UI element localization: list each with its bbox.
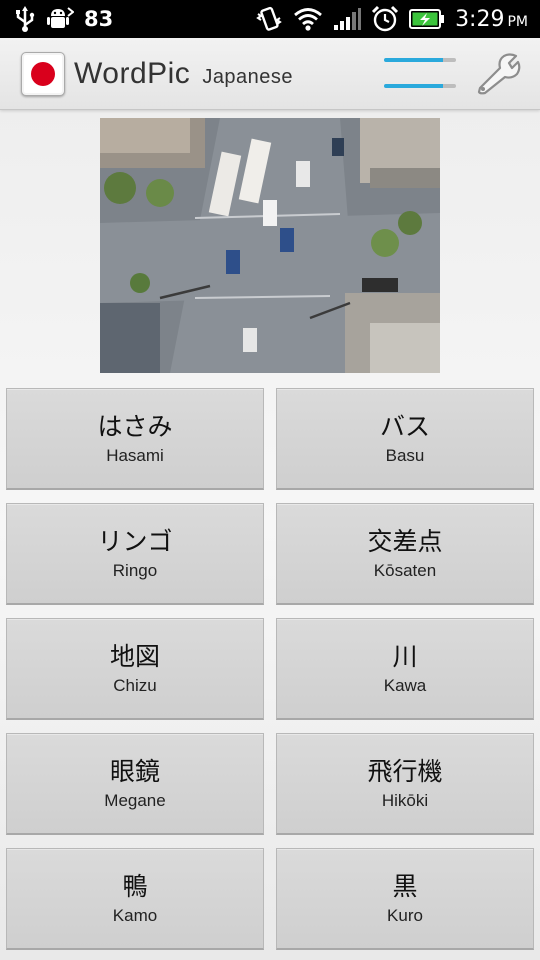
menu-line bbox=[384, 84, 456, 88]
word-japanese: 飛行機 bbox=[367, 757, 443, 786]
battery-percentage: 83 bbox=[84, 7, 114, 31]
clock-time: 3:29 bbox=[455, 6, 505, 32]
word-button[interactable]: 交差点 Kōsaten bbox=[276, 503, 534, 605]
word-japanese: 鴨 bbox=[122, 872, 148, 901]
usb-icon bbox=[16, 6, 35, 32]
word-button[interactable]: 川 Kawa bbox=[276, 618, 534, 720]
word-japanese: 地図 bbox=[109, 642, 160, 671]
status-bar: 83 3:29 PM bbox=[0, 0, 540, 38]
photo-drawing bbox=[100, 118, 440, 373]
word-romaji: Kōsaten bbox=[373, 561, 437, 580]
word-button[interactable]: 地図 Chizu bbox=[6, 618, 264, 720]
word-japanese: バス bbox=[379, 412, 430, 441]
action-bar: WordPic Japanese bbox=[0, 38, 540, 110]
street-intersection-photo bbox=[100, 118, 440, 373]
menu-line bbox=[384, 58, 456, 62]
word-button[interactable]: 飛行機 Hikōki bbox=[276, 733, 534, 835]
word-button[interactable]: 眼鏡 Megane bbox=[6, 733, 264, 835]
japan-flag-icon[interactable] bbox=[21, 51, 65, 96]
word-button[interactable]: はさみ Hasami bbox=[6, 388, 264, 490]
status-bar-left: 83 bbox=[0, 6, 113, 32]
word-romaji: Kuro bbox=[387, 906, 423, 925]
word-button[interactable]: リンゴ Ringo bbox=[6, 503, 264, 605]
clock-ampm: PM bbox=[507, 13, 528, 30]
word-romaji: Megane bbox=[104, 791, 166, 810]
alarm-icon bbox=[372, 5, 399, 32]
menu-lines-icon[interactable] bbox=[384, 56, 456, 92]
word-romaji: Basu bbox=[385, 446, 425, 465]
flag-red-disc bbox=[31, 61, 55, 86]
wrench-icon[interactable] bbox=[474, 52, 522, 96]
word-romaji: Kamo bbox=[112, 906, 158, 925]
android-debug-icon bbox=[47, 7, 74, 28]
word-japanese: 黒 bbox=[392, 872, 418, 901]
word-romaji: Chizu bbox=[113, 676, 157, 695]
word-romaji: Hikōki bbox=[381, 791, 429, 810]
app-title: WordPic bbox=[74, 56, 191, 90]
word-japanese: 川 bbox=[392, 642, 418, 671]
word-romaji: Ringo bbox=[112, 561, 158, 580]
word-button[interactable]: 鴨 Kamo bbox=[6, 848, 264, 950]
signal-icon bbox=[334, 8, 362, 30]
clock: 3:29 PM bbox=[455, 7, 528, 32]
status-bar-right: 3:29 PM bbox=[255, 5, 540, 33]
word-romaji: Kawa bbox=[383, 676, 427, 695]
language-label: Japanese bbox=[202, 66, 294, 88]
vibrate-icon bbox=[256, 6, 282, 31]
word-japanese: 眼鏡 bbox=[109, 757, 160, 786]
word-japanese: はさみ bbox=[97, 412, 173, 441]
battery-charging-icon bbox=[409, 9, 445, 29]
wifi-icon bbox=[294, 8, 322, 31]
word-button[interactable]: バス Basu bbox=[276, 388, 534, 490]
word-button[interactable]: 黒 Kuro bbox=[276, 848, 534, 950]
word-japanese: リンゴ bbox=[97, 527, 173, 556]
word-japanese: 交差点 bbox=[367, 527, 443, 556]
word-romaji: Hasami bbox=[106, 446, 164, 465]
